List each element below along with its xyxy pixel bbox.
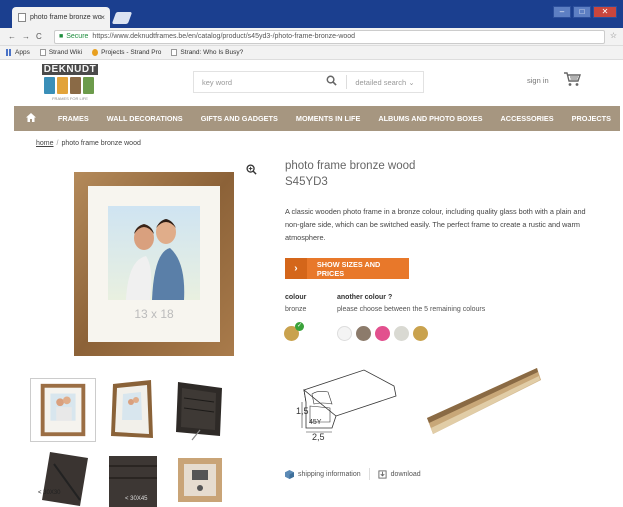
home-icon[interactable] [14,112,49,125]
logo-bars [44,77,94,94]
bookmark-strand-wiki[interactable]: Strand Wiki [39,49,82,56]
search-bar: key word detailed search ⌄ [193,71,424,93]
thumbnail-angle[interactable] [105,378,161,442]
dimension-width: 2,5 [312,432,325,442]
check-icon: ✓ [295,322,304,331]
product-description: A classic wooden photo frame in a bronze… [285,207,586,242]
chevron-right-icon: › [285,258,307,279]
nav-item-gifts-and-gadgets[interactable]: GIFTS AND GADGETS [192,114,287,123]
nav-item-wall-decorations[interactable]: WALL DECORATIONS [98,114,192,123]
tab-title: photo frame bronze wo [30,14,102,21]
main-nav: FRAMES WALL DECORATIONS GIFTS AND GADGET… [14,106,620,131]
browser-tab[interactable]: photo frame bronze wo × [12,7,110,28]
nav-item-projects[interactable]: PROJECTS [563,114,620,123]
bookmark-who-is-busy[interactable]: Strand: Who Is Busy? [171,49,243,56]
detailed-search-dropdown[interactable]: detailed search ⌄ [347,78,423,87]
nav-item-frames[interactable]: FRAMES [49,114,98,123]
lock-icon: ■ [59,33,64,40]
product-title: photo frame bronze wood [285,160,416,172]
colour-swatch[interactable] [337,326,352,341]
close-tab-icon[interactable]: × [100,13,105,22]
colour-label: colour [285,294,307,301]
apps-icon [6,49,12,56]
profile-sample-image [427,368,541,434]
divider [368,468,370,480]
profile-code: 45Y [309,419,322,426]
url-input[interactable]: ■ Secure https://www.deknudtframes.be/en… [54,29,605,44]
sign-in-link[interactable]: sign in [527,76,549,85]
minimize-button[interactable]: – [553,6,571,18]
back-icon[interactable]: ← [8,32,16,41]
reload-icon[interactable]: C [36,32,42,41]
breadcrumb-separator: / [56,140,59,147]
search-input[interactable]: key word [194,78,316,87]
maximize-button[interactable]: □ [573,6,591,18]
address-bar: ← → C ■ Secure https://www.deknudtframes… [0,28,623,46]
breadcrumb: home / photo frame bronze wood [36,140,141,147]
window-controls: – □ ✕ [553,6,617,18]
bookmark-apps[interactable]: Apps [6,49,30,56]
nav-item-albums-and-photo-boxes[interactable]: ALBUMS AND PHOTO BOXES [369,114,491,123]
nav-buttons: ← → C [0,32,54,41]
new-tab-button[interactable] [111,12,133,24]
url-text: https://www.deknudtframes.be/en/catalog/… [92,33,356,40]
nav-item-accessories[interactable]: ACCESSORIES [492,114,563,123]
logo-bar [44,77,55,94]
colour-swatch[interactable] [375,326,390,341]
size-label: 13 x 18 [134,307,174,321]
download-icon [378,469,387,479]
thumbnail-label: < 30X45 [125,496,148,502]
shipping-icon [285,469,294,479]
thumbnail-label: < 30X30 [38,490,61,496]
thumbnail-hanger[interactable] [176,456,224,504]
logo-bar [57,77,68,94]
colour-swatch[interactable] [394,326,409,341]
thumbnail-back[interactable] [172,378,228,442]
download-link[interactable]: download [391,471,421,478]
bookmark-star-icon[interactable]: ☆ [610,31,617,40]
nav-item-moments-in-life[interactable]: MOMENTS IN LIFE [287,114,369,123]
logo-word: DEKNUDT [42,64,98,75]
page-icon [18,13,26,22]
site-header: DEKNUDT FRAMES FOR LIFE key word detaile… [0,60,623,106]
forward-icon[interactable]: → [22,32,30,41]
thumbnail-stand-large[interactable]: < 30X45 [105,450,161,507]
bookmark-projects[interactable]: Projects - Strand Pro [92,49,161,56]
search-icon[interactable] [316,75,346,89]
page-icon [39,49,46,56]
deknudt-logo[interactable]: DEKNUDT FRAMES FOR LIFE [42,64,98,104]
another-colour-label: another colour ? [337,294,393,301]
breadcrumb-home[interactable]: home [36,140,54,147]
browser-tab-bar: photo frame bronze wo × – □ ✕ [0,0,623,28]
secure-label: Secure [66,33,89,40]
profile-diagram: 1,5 45Y 2,5 [296,369,397,442]
breadcrumb-current: photo frame bronze wood [61,140,141,147]
zoom-icon[interactable] [246,164,257,178]
logo-bar [70,77,81,94]
product-main-image[interactable]: 13 x 18 [74,172,234,356]
logo-tagline: FRAMES FOR LIFE [52,96,88,101]
colour-swatch[interactable] [356,326,371,341]
thumbnail-stand-small[interactable]: < 30X30 [30,450,96,507]
colour-value: bronze [285,306,307,313]
another-colour-text: please choose between the 5 remaining co… [337,306,486,313]
product-actions: shipping information download [285,468,421,480]
page-icon [171,49,178,56]
colour-swatch[interactable] [413,326,428,341]
projects-icon [92,49,99,56]
show-sizes-label: SHOW SIZES AND PRICES [316,259,381,278]
logo-bar [83,77,94,94]
show-sizes-button[interactable]: › SHOW SIZES AND PRICES [285,258,409,279]
thumbnail-front[interactable] [30,378,96,442]
bookmarks-bar: Apps Strand Wiki Projects - Strand Pro S… [0,46,623,60]
chevron-down-icon: ⌄ [408,77,415,87]
shipping-information-link[interactable]: shipping information [298,471,361,478]
product-code: S45YD3 [285,176,328,188]
cart-icon[interactable] [563,71,581,87]
close-window-button[interactable]: ✕ [593,6,617,18]
